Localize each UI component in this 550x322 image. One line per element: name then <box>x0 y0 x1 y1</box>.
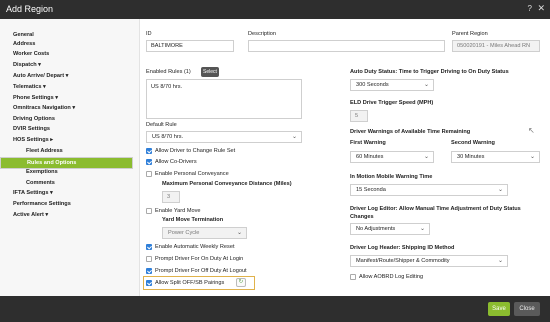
sidebar-item-phone-settings[interactable]: Phone Settings ▾ <box>0 94 140 102</box>
parent-region-label: Parent Region <box>452 31 488 37</box>
yard-move-termination-select: Power Cycle ⌄ <box>162 227 247 239</box>
second-warning-label: Second Warning <box>451 140 495 146</box>
enable-yard-move-label: Enable Yard Move <box>155 208 201 214</box>
chevron-down-icon: ⌄ <box>529 154 535 160</box>
chevron-down-icon: ⌄ <box>497 258 503 264</box>
sidebar-item-dispatch[interactable]: Dispatch ▾ <box>0 61 140 69</box>
in-motion-select[interactable]: 15 Seconda ⌄ <box>350 184 508 196</box>
log-header-label: Driver Log Header: Shipping ID Method <box>350 245 455 251</box>
footer-bar: Save Close <box>0 296 550 322</box>
chevron-down-icon: ⌄ <box>419 226 425 232</box>
id-input[interactable]: BALTIMORE <box>146 40 234 52</box>
log-editor-value: No Adjustments <box>356 226 396 232</box>
warnings-label: Driver Warnings of Available Time Remain… <box>350 129 471 135</box>
default-rule-label: Default Rule <box>146 122 177 128</box>
sidebar-item-auto-arrive-depart[interactable]: Auto Arrive/ Depart ▾ <box>0 72 140 80</box>
select-rules-button[interactable]: Select <box>201 67 219 77</box>
sidebar-item-exemptions[interactable]: Exemptions <box>0 168 140 176</box>
enabled-rules-label: Enabled Rules (1) <box>146 69 191 75</box>
sidebar-item-worker-costs[interactable]: Worker Costs <box>0 50 140 58</box>
sidebar-item-address[interactable]: Address <box>0 40 140 48</box>
sidebar-item-telematics[interactable]: Telematics ▾ <box>0 83 140 91</box>
log-editor-label-cont: Changes <box>350 214 374 220</box>
chevron-down-icon: ⌄ <box>423 82 429 88</box>
split-pairings-checkbox[interactable] <box>146 280 152 286</box>
max-pc-label: Maximum Personal Conveyance Distance (Mi… <box>162 181 292 187</box>
reset-icon[interactable]: ↻ <box>236 278 246 287</box>
eld-speed-input: 5 <box>350 110 368 122</box>
yard-move-termination-label: Yard Move Termination <box>162 217 224 223</box>
split-pairings-label: Allow Split OFF/SB Pairings <box>155 280 225 286</box>
mouse-pointer-icon: ↖ <box>528 126 535 135</box>
sidebar-item-driving-options[interactable]: Driving Options <box>0 115 140 123</box>
description-label: Description <box>248 31 276 37</box>
enable-yard-move-checkbox[interactable] <box>146 208 152 214</box>
first-warning-value: 60 Minutes <box>356 154 384 160</box>
chevron-down-icon: ⌄ <box>291 134 297 140</box>
chevron-down-icon: ⌄ <box>423 154 429 160</box>
auto-duty-select[interactable]: 300 Seconds ⌄ <box>350 79 434 91</box>
log-editor-select[interactable]: No Adjustments ⌄ <box>350 223 430 235</box>
auto-duty-label: Auto Duty Status: Time to Trigger Drivin… <box>350 69 509 75</box>
save-button[interactable]: Save <box>488 302 510 316</box>
auto-duty-value: 300 Seconds <box>356 82 389 88</box>
prompt-on-duty-checkbox[interactable] <box>146 256 152 262</box>
sidebar-item-performance-settings[interactable]: Performance Settings <box>0 200 140 208</box>
chevron-down-icon: ⌄ <box>497 187 503 193</box>
prompt-on-duty-label: Prompt Driver For On Duty At Login <box>155 256 244 262</box>
sidebar-item-hos-settings[interactable]: HOS Settings ▸ <box>0 136 140 144</box>
parent-region-input: 050020191 - Miles Ahead RN <box>452 40 540 52</box>
allow-codrivers-label: Allow Co-Drivers <box>155 159 197 165</box>
aobrd-label: Allow AOBRD Log Editing <box>359 274 424 280</box>
second-warning-select[interactable]: 30 Minutes ⌄ <box>451 151 540 163</box>
help-icon[interactable]: ? <box>528 4 532 13</box>
prompt-off-duty-checkbox[interactable] <box>146 268 152 274</box>
sidebar-nav: General Address Worker Costs Dispatch ▾ … <box>0 19 140 296</box>
eld-speed-label: ELD Drive Trigger Speed (MPH) <box>350 100 434 106</box>
allow-change-rule-label: Allow Driver to Change Rule Set <box>155 148 236 154</box>
sidebar-item-comments[interactable]: Comments <box>0 179 140 187</box>
weekly-reset-label: Enable Automatic Weekly Reset <box>155 244 235 250</box>
allow-change-rule-checkbox[interactable] <box>146 148 152 154</box>
sidebar-item-omnitracs-navigation[interactable]: Omnitracs Navigation ▾ <box>0 104 140 112</box>
allow-codrivers-checkbox[interactable] <box>146 159 152 165</box>
sidebar-item-ifta-settings[interactable]: IFTA Settings ▾ <box>0 189 140 197</box>
in-motion-label: In Motion Mobile Warning Time <box>350 174 433 180</box>
close-button[interactable]: Close <box>514 302 540 316</box>
aobrd-checkbox[interactable] <box>350 274 356 280</box>
first-warning-select[interactable]: 60 Minutes ⌄ <box>350 151 434 163</box>
description-input[interactable] <box>248 40 445 52</box>
second-warning-value: 30 Minutes <box>457 154 485 160</box>
sidebar-item-general[interactable]: General <box>0 31 140 39</box>
log-header-value: Manifest/Route/Shipper & Commodity <box>356 258 450 264</box>
sidebar-item-dvir-settings[interactable]: DVIR Settings <box>0 125 140 133</box>
title-bar: Add Region ? ✕ <box>0 0 550 19</box>
weekly-reset-checkbox[interactable] <box>146 244 152 250</box>
default-rule-select[interactable]: US 8/70 hrs. ⌄ <box>146 131 302 143</box>
sidebar-item-active-alert[interactable]: Active Alert ▾ <box>0 211 140 219</box>
window-title: Add Region <box>6 4 54 14</box>
first-warning-label: First Warning <box>350 140 386 146</box>
main-panel: ID BALTIMORE Description Parent Region 0… <box>140 19 550 296</box>
sidebar-item-fleet-address[interactable]: Fleet Address <box>0 147 140 155</box>
yard-move-termination-value: Power Cycle <box>168 230 200 236</box>
close-icon[interactable]: ✕ <box>537 3 545 14</box>
chevron-down-icon: ⌄ <box>236 230 242 236</box>
enabled-rules-textarea[interactable]: US 8/70 hrs. <box>146 79 302 119</box>
enable-pc-label: Enable Personal Conveyance <box>155 171 229 177</box>
log-header-select[interactable]: Manifest/Route/Shipper & Commodity ⌄ <box>350 255 508 267</box>
prompt-off-duty-label: Prompt Driver For Off Duty At Logout <box>155 268 247 274</box>
default-rule-value: US 8/70 hrs. <box>152 134 184 140</box>
id-label: ID <box>146 31 152 37</box>
max-pc-input: 3 <box>162 191 180 203</box>
in-motion-value: 15 Seconda <box>356 187 386 193</box>
enable-pc-checkbox[interactable] <box>146 171 152 177</box>
log-editor-label: Driver Log Editor: Allow Manual Time Adj… <box>350 206 521 212</box>
